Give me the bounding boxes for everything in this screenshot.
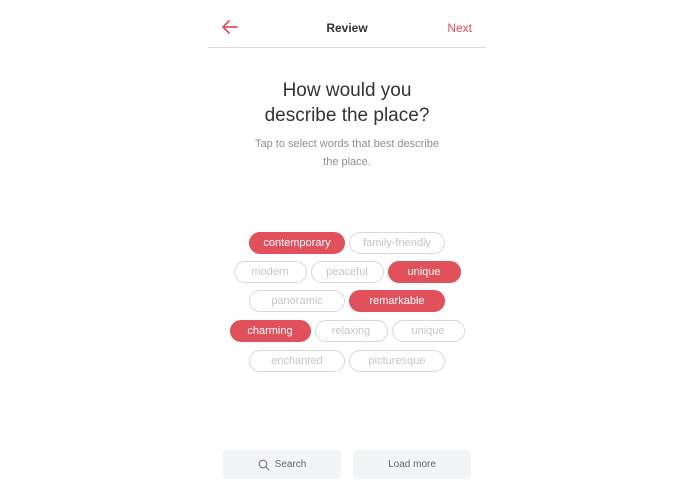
tag-unique[interactable]: unique (391, 320, 465, 342)
tag-modern[interactable]: modern (233, 261, 307, 283)
tag-charming[interactable]: charming (229, 320, 311, 342)
search-icon (258, 459, 270, 471)
page-title: Review (326, 21, 368, 35)
tag-family-friendly[interactable]: family-friendly (349, 232, 445, 254)
instruction-line-2: the place. (323, 156, 371, 168)
tag-row-2: modern peaceful unique (208, 261, 486, 283)
top-bar: Review Next (208, 0, 486, 48)
search-button[interactable]: Search (223, 450, 341, 479)
tag-peaceful[interactable]: peaceful (310, 261, 384, 283)
tag-row-1: contemporary family-friendly (208, 232, 486, 254)
instruction-text: Tap to select words that best describe t… (208, 135, 486, 171)
search-button-label: Search (274, 459, 307, 470)
load-more-label: Load more (388, 459, 436, 470)
tag-relaxing[interactable]: relaxing (314, 320, 388, 342)
tag-row-3: panoramic remarkable (208, 290, 486, 312)
question-heading: How would you describe the place? (208, 78, 486, 128)
review-screen: Review Next How would you describe the p… (0, 0, 695, 494)
question-line-1: How would you (282, 80, 412, 101)
tag-row-4: charming relaxing unique (208, 320, 486, 342)
question-line-2: describe the place? (264, 105, 430, 126)
tag-enchanted[interactable]: enchanted (249, 350, 345, 372)
tag-contemporary[interactable]: contemporary (249, 232, 345, 254)
instruction-line-1: Tap to select words that best describe (254, 138, 440, 150)
tag-panoramic[interactable]: panoramic (249, 290, 345, 312)
tag-row-5: enchanted picturesque (208, 350, 486, 372)
tag-unique-selected[interactable]: unique (387, 261, 461, 283)
load-more-button[interactable]: Load more (353, 450, 471, 479)
next-button[interactable]: Next (447, 21, 472, 35)
tag-remarkable[interactable]: remarkable (349, 290, 445, 312)
tag-picturesque[interactable]: picturesque (349, 350, 445, 372)
